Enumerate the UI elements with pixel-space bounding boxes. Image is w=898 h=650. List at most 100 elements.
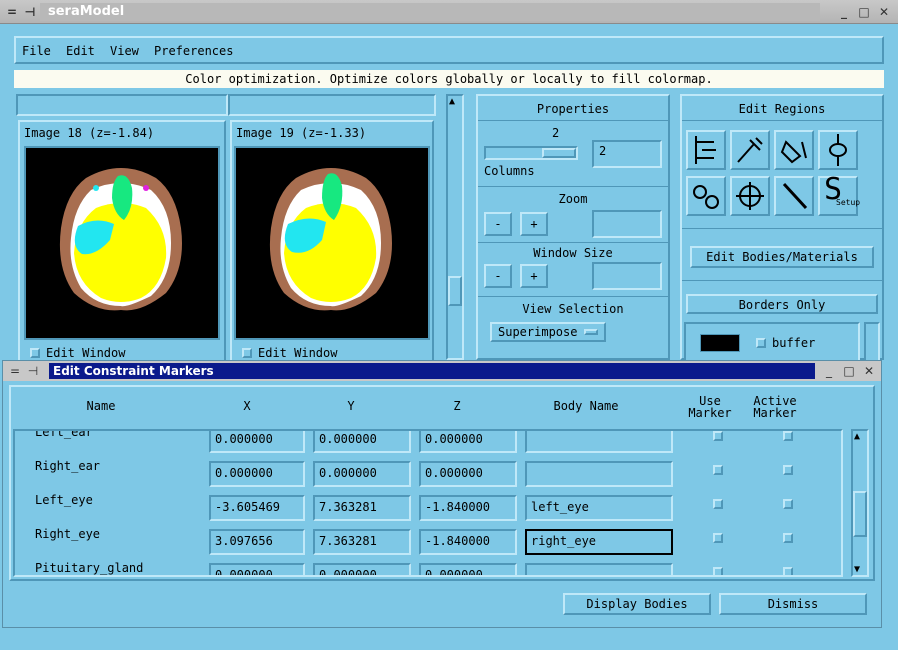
menu-preferences[interactable]: Preferences: [154, 44, 233, 58]
menu-edit[interactable]: Edit: [66, 44, 95, 58]
threshold-tool-icon[interactable]: [818, 130, 858, 170]
zoom-minus-button[interactable]: -: [484, 212, 512, 236]
pin-icon[interactable]: ⊣: [22, 4, 38, 20]
window-menu-icon[interactable]: =: [4, 4, 20, 20]
zoom-field[interactable]: [592, 210, 662, 238]
image-area-scrollbar[interactable]: ▲: [446, 94, 464, 360]
paint-tool-icon[interactable]: [730, 130, 770, 170]
markers-scroll-thumb[interactable]: [853, 491, 867, 537]
use-marker-checkbox[interactable]: [713, 567, 723, 575]
window-size-field[interactable]: [592, 262, 662, 290]
columns-value: 2: [552, 126, 560, 140]
use-marker-checkbox[interactable]: [713, 431, 723, 441]
edit-window-checkbox-18[interactable]: [30, 348, 40, 358]
columns-slider-thumb[interactable]: [542, 148, 576, 158]
use-marker-checkbox[interactable]: [713, 465, 723, 475]
scroll-up-icon[interactable]: ▲: [449, 96, 455, 107]
y-field[interactable]: 0.000000: [313, 431, 411, 453]
dropdown-indicator-icon: [584, 329, 598, 335]
boundary-tool-icon[interactable]: [686, 130, 726, 170]
fill-tool-icon[interactable]: [774, 130, 814, 170]
active-marker-checkbox[interactable]: [783, 567, 793, 575]
use-marker-checkbox[interactable]: [713, 533, 723, 543]
region-list-scrollbar[interactable]: [864, 322, 880, 362]
markers-scroll-down-icon[interactable]: ▼: [854, 564, 860, 575]
image-19-label: Image 19 (z=-1.33): [236, 126, 367, 140]
menu-file[interactable]: File: [22, 44, 51, 58]
region-list: buffer: [684, 322, 860, 362]
edit-constraint-markers-dialog: = ⊣ Edit Constraint Markers _ □ ✕ Name X…: [2, 360, 882, 628]
dismiss-button[interactable]: Dismiss: [719, 593, 867, 615]
dialog-close-button[interactable]: ✕: [861, 363, 877, 379]
header-y: Y: [347, 399, 355, 413]
dialog-pin-icon[interactable]: ⊣: [25, 363, 41, 379]
row-name: Right_eye: [35, 527, 101, 541]
body-name-field[interactable]: [525, 431, 673, 453]
z-field[interactable]: -1.840000: [419, 529, 517, 555]
borders-only-button[interactable]: Borders Only: [686, 294, 878, 314]
buffer-checkbox[interactable]: [756, 338, 766, 348]
active-marker-checkbox[interactable]: [783, 499, 793, 509]
header-x: X: [243, 399, 251, 413]
y-field[interactable]: 7.363281: [313, 495, 411, 521]
active-marker-checkbox[interactable]: [783, 431, 793, 441]
active-marker-checkbox[interactable]: [783, 465, 793, 475]
x-field[interactable]: 0.000000: [209, 563, 305, 575]
header-use-marker: Use Marker: [688, 394, 732, 420]
minimize-button[interactable]: _: [836, 4, 852, 20]
main-titlebar[interactable]: = ⊣ seraModel _ □ ✕: [0, 0, 898, 24]
head-scan-18: [59, 168, 183, 311]
markers-scroll-up-icon[interactable]: ▲: [854, 431, 860, 442]
edit-window-checkbox-19[interactable]: [242, 348, 252, 358]
body-name-field-focused[interactable]: right_eye: [525, 529, 673, 555]
image-panel-18: Image 18 (z=-1.84) Edit Window: [18, 120, 226, 365]
markers-scrollbar[interactable]: ▲ ▼: [851, 429, 869, 577]
move-tool-icon[interactable]: [730, 176, 770, 216]
edit-bodies-materials-button[interactable]: Edit Bodies/Materials: [690, 246, 874, 268]
columns-label: Columns: [484, 164, 535, 178]
z-field[interactable]: 0.000000: [419, 461, 517, 487]
columns-slider[interactable]: [484, 146, 578, 160]
z-field[interactable]: 0.000000: [419, 563, 517, 575]
dialog-minimize-button[interactable]: _: [821, 363, 837, 379]
body-name-field[interactable]: left_eye: [525, 495, 673, 521]
row-name: Pituitary_gland: [35, 561, 144, 575]
image-18-canvas[interactable]: [24, 146, 220, 340]
window-size-plus-button[interactable]: +: [520, 264, 548, 288]
columns-field[interactable]: 2: [592, 140, 662, 168]
view-selection-dropdown[interactable]: Superimpose: [490, 322, 606, 342]
body-name-field[interactable]: [525, 461, 673, 487]
dialog-menu-icon[interactable]: =: [7, 363, 23, 379]
window-size-minus-button[interactable]: -: [484, 264, 512, 288]
scroll-thumb[interactable]: [448, 276, 462, 306]
header-z: Z: [453, 399, 461, 413]
menu-bar: File Edit View Preferences: [14, 36, 884, 64]
setup-tool-icon[interactable]: S Setup: [818, 172, 860, 216]
x-field[interactable]: 3.097656: [209, 529, 305, 555]
x-field[interactable]: 0.000000: [209, 431, 305, 453]
z-field[interactable]: 0.000000: [419, 431, 517, 453]
wand-tool-icon[interactable]: [774, 176, 814, 216]
active-marker-checkbox[interactable]: [783, 533, 793, 543]
y-field[interactable]: 0.000000: [313, 461, 411, 487]
x-field[interactable]: -3.605469: [209, 495, 305, 521]
use-marker-checkbox[interactable]: [713, 499, 723, 509]
region-color-swatch[interactable]: [700, 334, 740, 352]
body-name-field[interactable]: [525, 563, 673, 575]
y-field[interactable]: 7.363281: [313, 529, 411, 555]
menu-view[interactable]: View: [110, 44, 139, 58]
image-19-canvas[interactable]: [234, 146, 430, 340]
header-active-marker: Active Marker: [753, 394, 797, 420]
dialog-titlebar[interactable]: = ⊣ Edit Constraint Markers _ □ ✕: [3, 361, 881, 381]
close-button[interactable]: ✕: [876, 4, 892, 20]
display-bodies-button[interactable]: Display Bodies: [563, 593, 711, 615]
maximize-button[interactable]: □: [856, 4, 872, 20]
x-field[interactable]: 0.000000: [209, 461, 305, 487]
header-body-name: Body Name: [553, 399, 619, 413]
z-field[interactable]: -1.840000: [419, 495, 517, 521]
zoom-plus-button[interactable]: +: [520, 212, 548, 236]
y-field[interactable]: 0.000000: [313, 563, 411, 575]
header-name: Name: [86, 399, 116, 413]
region-grow-tool-icon[interactable]: [686, 176, 726, 216]
dialog-maximize-button[interactable]: □: [841, 363, 857, 379]
